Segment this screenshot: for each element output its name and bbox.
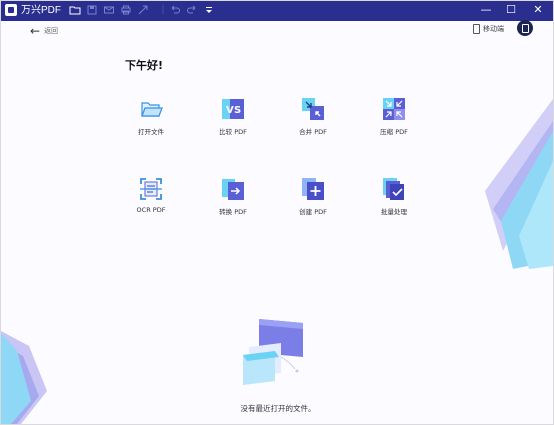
minimize-button[interactable]: —: [479, 3, 493, 17]
tool-label: 压缩 PDF: [380, 128, 408, 136]
tool-batch-process[interactable]: 批量处理: [362, 177, 426, 227]
create-pdf-icon: [301, 177, 325, 201]
mobile-label: 移动端: [483, 25, 504, 33]
app-title: 万兴PDF: [21, 5, 61, 16]
phone-icon: [473, 24, 480, 34]
tool-create-pdf[interactable]: 创建 PDF: [281, 177, 345, 227]
tool-compress-pdf[interactable]: 压缩 PDF: [362, 97, 426, 147]
tool-ocr-pdf[interactable]: OCR PDF: [119, 177, 183, 227]
svg-text:V: V: [226, 105, 234, 116]
tool-label: 创建 PDF: [299, 208, 327, 216]
tool-label: OCR PDF: [136, 206, 166, 214]
title-bar: 万兴PDF | — ☐ ✕: [1, 1, 553, 21]
app-window: 万兴PDF | — ☐ ✕ ← 返回 移动端 下午好! 打开文件 V S 比较 …: [0, 0, 554, 425]
mobile-button[interactable]: 移动端: [473, 24, 504, 34]
tool-compare-pdf[interactable]: V S 比较 PDF: [201, 97, 265, 147]
batch-process-icon: [382, 177, 406, 201]
back-label: 返回: [44, 26, 59, 35]
user-avatar[interactable]: [517, 20, 533, 36]
empty-state-message: 没有最近打开的文件。: [240, 404, 316, 413]
tool-merge-pdf[interactable]: 合并 PDF: [281, 97, 345, 147]
tool-label: 转换 PDF: [219, 208, 247, 216]
greeting-heading: 下午好!: [125, 59, 164, 72]
folder-icon[interactable]: [69, 4, 81, 16]
maximize-button[interactable]: ☐: [504, 3, 518, 17]
tool-open-file[interactable]: 打开文件: [119, 97, 183, 147]
close-button[interactable]: ✕: [531, 3, 545, 17]
save-icon[interactable]: [86, 4, 98, 16]
back-button[interactable]: ← 返回: [30, 25, 58, 37]
tool-label: 打开文件: [138, 128, 164, 136]
svg-text:S: S: [234, 105, 241, 116]
ocr-pdf-icon: [139, 177, 163, 201]
tool-label: 批量处理: [381, 208, 407, 216]
share-icon[interactable]: [137, 4, 149, 16]
compare-pdf-icon: V S: [221, 97, 245, 121]
empty-folder-illustration: [243, 319, 303, 385]
undo-icon[interactable]: [169, 4, 181, 16]
tool-label: 合并 PDF: [299, 128, 327, 136]
separator: |: [161, 4, 165, 15]
dropdown-icon[interactable]: [203, 4, 215, 16]
print-icon[interactable]: [120, 4, 132, 16]
back-arrow-icon: ←: [30, 24, 41, 38]
decorative-shape-right: [485, 99, 553, 269]
merge-pdf-icon: [301, 97, 325, 121]
mail-icon[interactable]: [103, 4, 115, 16]
tool-convert-pdf[interactable]: 转换 PDF: [201, 177, 265, 227]
tool-label: 比较 PDF: [219, 128, 247, 136]
app-logo-icon: [5, 4, 17, 16]
redo-icon[interactable]: [186, 4, 198, 16]
convert-pdf-icon: [221, 177, 245, 201]
compress-pdf-icon: [382, 97, 406, 121]
open-folder-icon: [139, 97, 163, 121]
